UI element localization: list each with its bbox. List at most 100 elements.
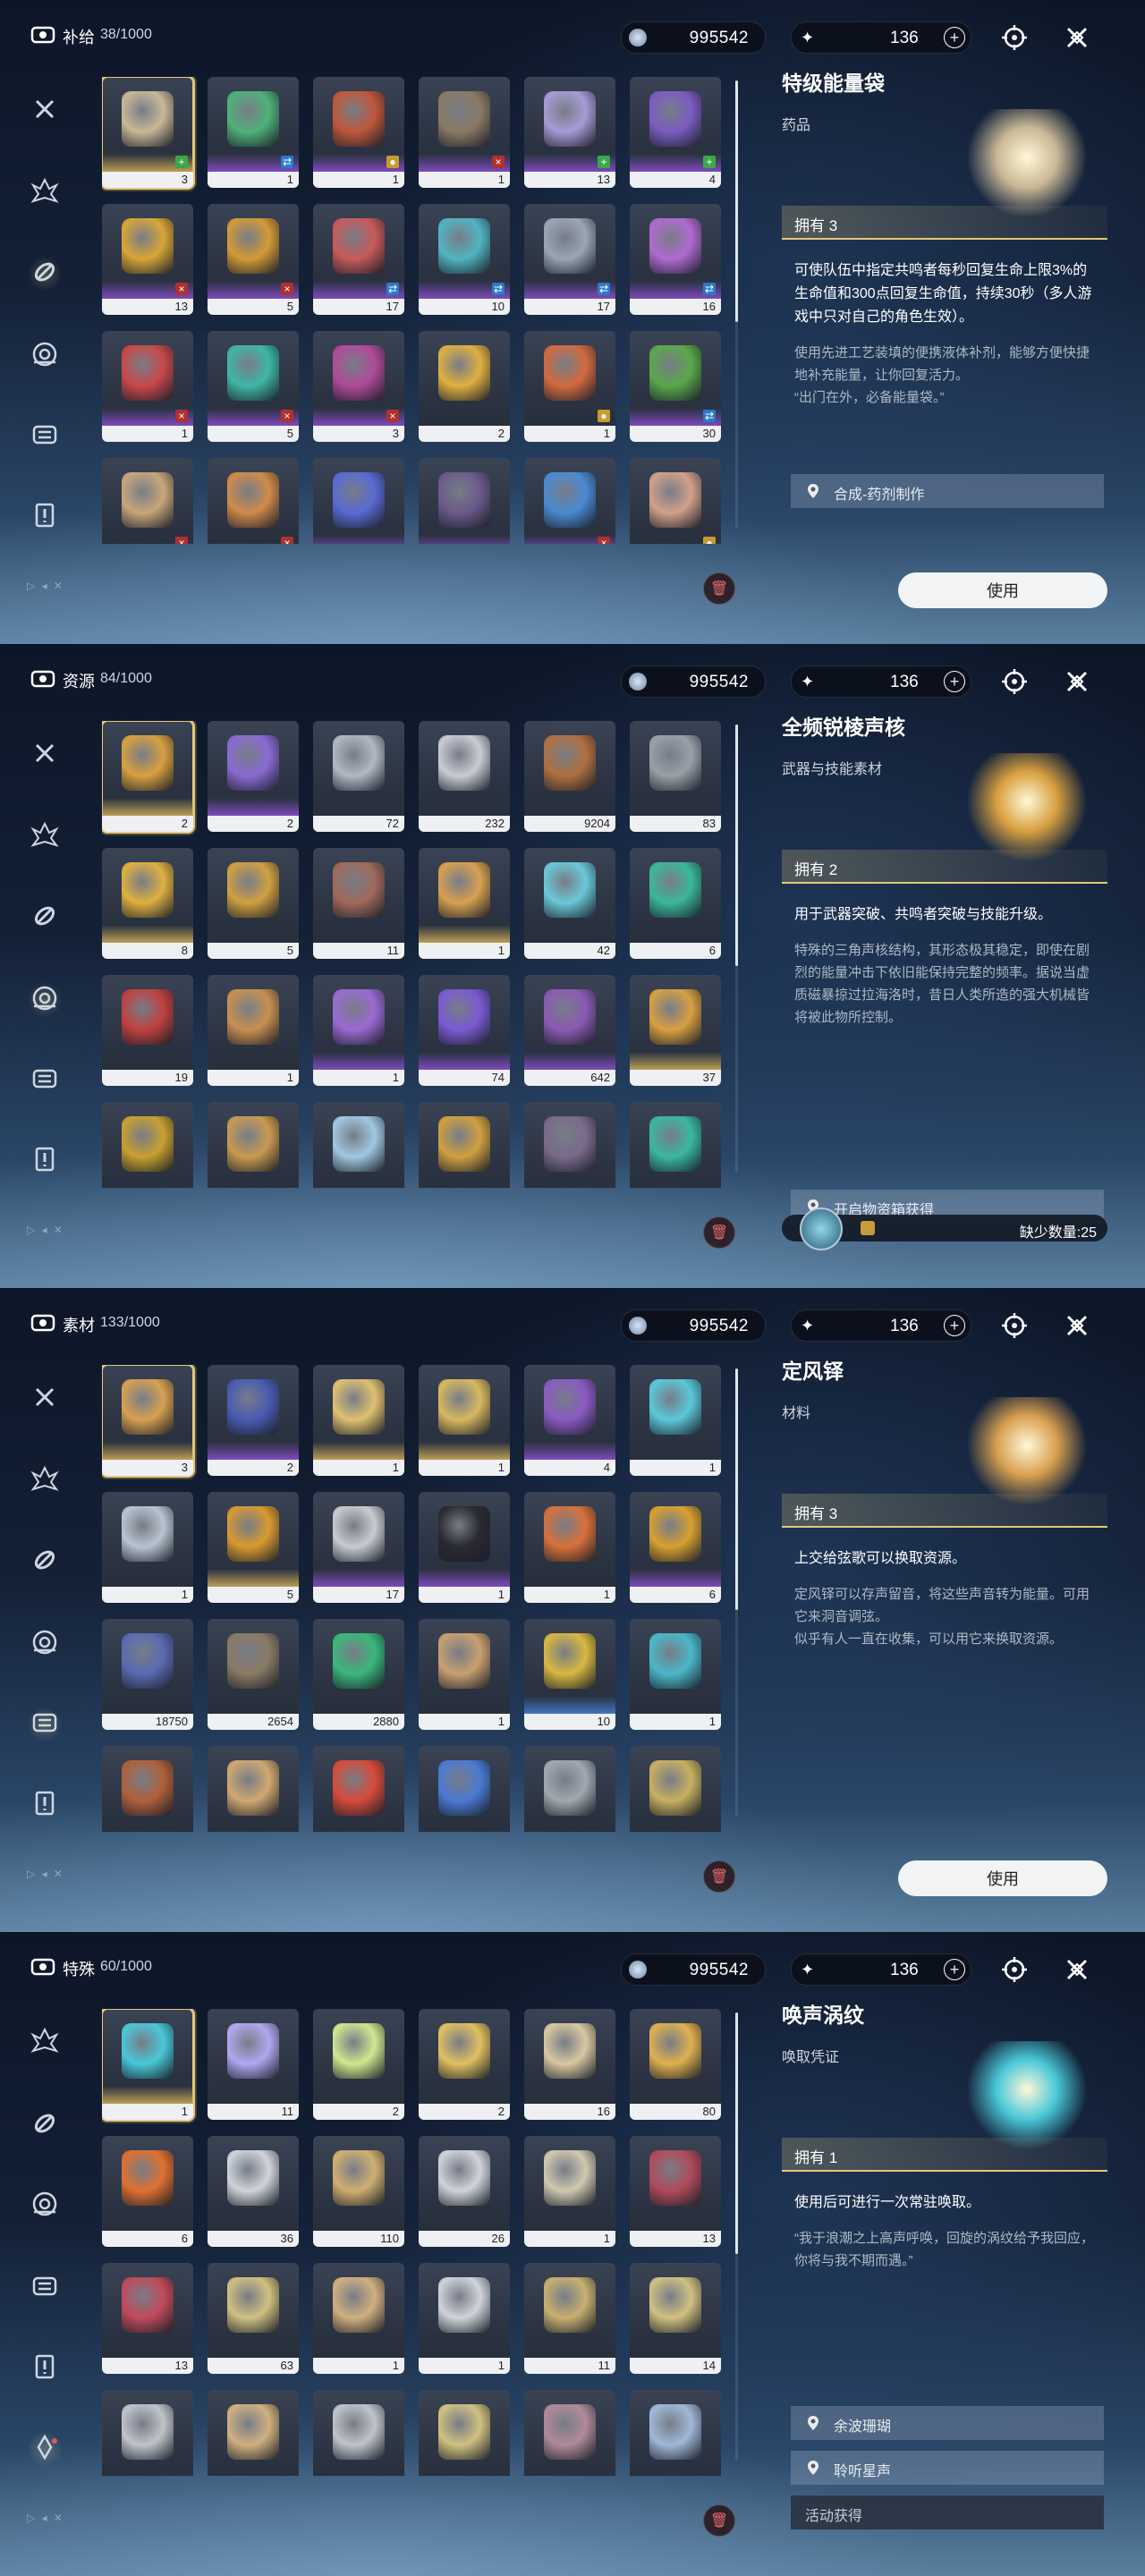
- grid-scrollbar[interactable]: [735, 724, 738, 1172]
- item-slot[interactable]: 11: [524, 2263, 615, 2374]
- item-slot[interactable]: × 13: [102, 204, 193, 315]
- item-slot[interactable]: 16: [524, 2009, 615, 2120]
- item-slot[interactable]: 26: [419, 2136, 510, 2247]
- item-slot[interactable]: 2: [419, 331, 510, 442]
- item-slot[interactable]: [419, 1746, 510, 1832]
- scrollbar-thumb[interactable]: [735, 724, 738, 966]
- item-slot[interactable]: [419, 1102, 510, 1188]
- item-slot[interactable]: 1: [313, 1365, 404, 1476]
- item-slot[interactable]: [419, 458, 510, 544]
- sidebar-tab-material[interactable]: [27, 419, 63, 454]
- item-slot[interactable]: ×: [102, 458, 193, 544]
- item-slot[interactable]: ×: [208, 458, 299, 544]
- item-slot[interactable]: 36: [208, 2136, 299, 2247]
- item-slot[interactable]: 5: [208, 1492, 299, 1603]
- item-slot[interactable]: [524, 1746, 615, 1832]
- item-slot[interactable]: 1: [313, 2263, 404, 2374]
- item-slot[interactable]: × 5: [208, 331, 299, 442]
- use-button[interactable]: 使用: [898, 1860, 1107, 1896]
- item-slot[interactable]: 63: [208, 2263, 299, 2374]
- scrollbar-thumb[interactable]: [735, 80, 738, 322]
- item-slot[interactable]: 13: [630, 2136, 721, 2247]
- item-slot[interactable]: 74: [419, 975, 510, 1086]
- sidebar-tab-quest-item[interactable]: [27, 1787, 63, 1823]
- sidebar-tab-material[interactable]: [27, 2270, 63, 2306]
- grid-scrollbar[interactable]: [735, 1368, 738, 1816]
- item-slot[interactable]: 1: [419, 1619, 510, 1730]
- item-slot[interactable]: [313, 1102, 404, 1188]
- item-slot[interactable]: 4: [524, 1365, 615, 1476]
- item-slot[interactable]: 11: [208, 2009, 299, 2120]
- grid-scrollbar[interactable]: [735, 2012, 738, 2460]
- item-slot[interactable]: 1: [102, 2009, 195, 2122]
- item-source-entry[interactable]: 合成-药剂制作: [791, 474, 1104, 508]
- item-slot[interactable]: 1: [419, 848, 510, 959]
- sidebar-tab-weapon[interactable]: [27, 819, 63, 855]
- item-slot[interactable]: × 3: [313, 331, 404, 442]
- close-icon[interactable]: [1061, 665, 1093, 698]
- item-slot[interactable]: 1: [419, 1492, 510, 1603]
- item-slot[interactable]: 14: [630, 2263, 721, 2374]
- sidebar-tab-equip[interactable]: [27, 737, 63, 773]
- sidebar-tab-supply[interactable]: [27, 2107, 63, 2143]
- add-stamina-button[interactable]: +: [944, 1959, 965, 1980]
- item-slot[interactable]: 2654: [208, 1619, 299, 1730]
- crosshair-icon[interactable]: [998, 21, 1030, 54]
- item-slot[interactable]: 11: [313, 848, 404, 959]
- sidebar-tab-material[interactable]: [27, 1063, 63, 1098]
- crosshair-icon[interactable]: [998, 1953, 1030, 1986]
- sidebar-tab-weapon[interactable]: [27, 2025, 63, 2061]
- item-slot[interactable]: 37: [630, 975, 721, 1086]
- close-icon[interactable]: [1061, 1953, 1093, 1986]
- item-slot[interactable]: × 1: [419, 77, 510, 188]
- item-slot[interactable]: 8: [102, 848, 193, 959]
- sidebar-tab-resource[interactable]: [27, 2188, 63, 2224]
- item-slot[interactable]: ● 1: [313, 77, 404, 188]
- item-slot[interactable]: ⇄ 17: [313, 204, 404, 315]
- sidebar-tab-supply[interactable]: [27, 1544, 63, 1580]
- item-slot[interactable]: [208, 2390, 299, 2476]
- item-slot[interactable]: 1: [524, 1492, 615, 1603]
- add-stamina-button[interactable]: +: [944, 671, 965, 692]
- sidebar-tab-equip[interactable]: [27, 93, 63, 129]
- item-slot[interactable]: 80: [630, 2009, 721, 2120]
- item-slot[interactable]: ×: [524, 458, 615, 544]
- item-slot[interactable]: 1: [630, 1619, 721, 1730]
- item-slot[interactable]: +13: [524, 77, 615, 188]
- crosshair-icon[interactable]: [998, 1309, 1030, 1342]
- item-slot[interactable]: [313, 2390, 404, 2476]
- sidebar-tab-weapon[interactable]: [27, 1463, 63, 1499]
- sidebar-tab-special[interactable]: [27, 2431, 63, 2467]
- item-slot[interactable]: ⇄ 30: [630, 331, 721, 442]
- item-slot[interactable]: 6: [630, 1492, 721, 1603]
- item-slot[interactable]: 72: [313, 721, 404, 832]
- item-slot[interactable]: [630, 1746, 721, 1832]
- crosshair-icon[interactable]: [998, 665, 1030, 698]
- item-slot[interactable]: 1: [524, 2136, 615, 2247]
- item-slot[interactable]: 5: [208, 848, 299, 959]
- sidebar-tab-equip[interactable]: [27, 1381, 63, 1417]
- item-slot[interactable]: 1: [313, 975, 404, 1086]
- item-slot[interactable]: [524, 1102, 615, 1188]
- item-source-entry[interactable]: 聆听星声: [791, 2451, 1104, 2485]
- item-slot[interactable]: 19: [102, 975, 193, 1086]
- close-icon[interactable]: [1061, 1309, 1093, 1342]
- item-slot[interactable]: 2880: [313, 1619, 404, 1730]
- close-icon[interactable]: [1061, 21, 1093, 54]
- item-slot[interactable]: 83: [630, 721, 721, 832]
- scrollbar-thumb[interactable]: [735, 1368, 738, 1610]
- item-slot[interactable]: 1: [208, 975, 299, 1086]
- item-slot[interactable]: 1: [102, 1492, 193, 1603]
- item-slot[interactable]: 6: [630, 848, 721, 959]
- item-slot[interactable]: 42: [524, 848, 615, 959]
- add-stamina-button[interactable]: +: [944, 1315, 965, 1336]
- discard-button[interactable]: 🗑: [703, 1860, 735, 1893]
- sidebar-tab-quest-item[interactable]: [27, 1143, 63, 1179]
- grid-scrollbar[interactable]: [735, 80, 738, 528]
- item-slot[interactable]: 3: [102, 1365, 195, 1478]
- item-slot[interactable]: [313, 458, 404, 544]
- item-slot[interactable]: [208, 1102, 299, 1188]
- item-slot[interactable]: 1: [630, 1365, 721, 1476]
- item-source-entry[interactable]: 余波珊瑚: [791, 2406, 1104, 2440]
- use-button[interactable]: 使用: [898, 572, 1107, 608]
